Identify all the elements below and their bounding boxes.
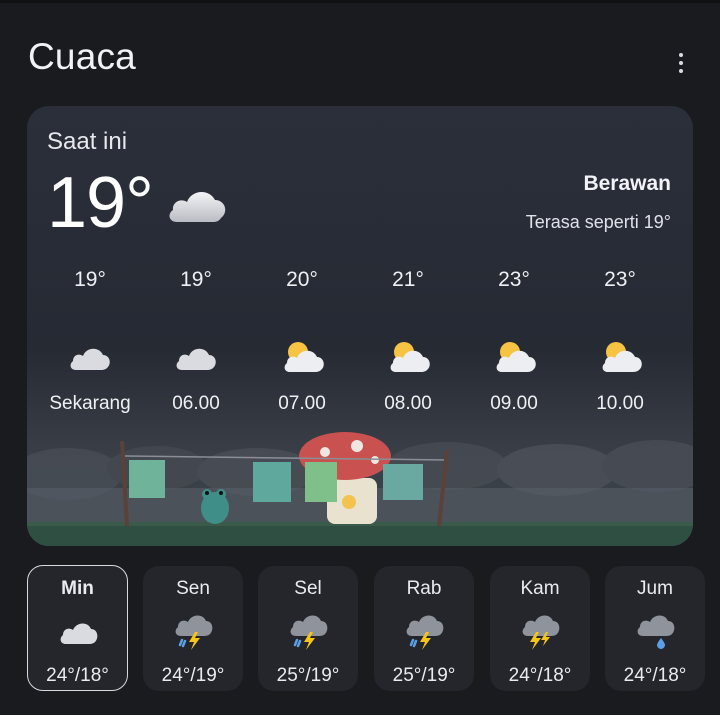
hourly-temp: 19°: [180, 268, 212, 291]
feels-like-text: Terasa seperti 19°: [525, 212, 671, 232]
current-temperature: 19°: [47, 163, 154, 243]
condition-text: Berawan: [583, 172, 671, 195]
hourly-item: 19° 06.00: [143, 266, 249, 415]
rain-icon: [637, 615, 675, 649]
cloud-icon: [176, 348, 216, 370]
day-tab-rab[interactable]: Rab 25°/19°: [374, 566, 474, 691]
thunderstorm-rain-icon: [406, 615, 444, 650]
day-name: Sel: [294, 578, 322, 599]
day-name: Rab: [406, 578, 442, 599]
hourly-temp: 21°: [392, 268, 424, 291]
frog-character: [201, 489, 229, 524]
day-tab-sel[interactable]: Sel 25°/19°: [258, 566, 358, 691]
status-bar-edge: [0, 0, 720, 3]
day-name: Sen: [176, 578, 210, 599]
cloud-icon: [169, 191, 226, 222]
current-label: Saat ini: [47, 128, 128, 155]
thunderstorm-rain-icon: [175, 615, 213, 650]
temp-range: 24°/18°: [623, 665, 687, 686]
temp-range: 25°/19°: [392, 665, 456, 686]
cloud-icon: [70, 348, 110, 370]
thunderstorm-icon: [522, 615, 560, 650]
weather-illustration: [27, 432, 693, 546]
hourly-time: 09.00: [490, 393, 538, 414]
day-tab-jum[interactable]: Jum 24°/18°: [605, 566, 705, 691]
app-title: Cuaca: [28, 36, 136, 77]
hourly-item: 23° 10.00: [567, 266, 673, 415]
day-name: Jum: [637, 578, 673, 599]
hourly-temp: 23°: [604, 268, 636, 291]
hourly-time: 06.00: [172, 393, 220, 414]
hourly-item: 19° Sekarang: [37, 266, 143, 415]
partly-sunny-icon: [390, 342, 430, 372]
partly-sunny-icon: [284, 342, 324, 372]
partly-sunny-icon: [602, 342, 642, 372]
temp-range: 24°/19°: [161, 665, 225, 686]
hourly-item: 21° 08.00: [355, 266, 461, 415]
hourly-item: 23° 09.00: [461, 266, 567, 415]
hourly-temp: 23°: [498, 268, 530, 291]
hourly-time: 10.00: [596, 393, 644, 414]
day-tab-sen[interactable]: Sen 24°/19°: [143, 566, 243, 691]
hourly-time: 08.00: [384, 393, 432, 414]
day-name: Min: [61, 578, 94, 599]
thunderstorm-rain-icon: [290, 615, 328, 650]
partly-sunny-icon: [496, 342, 536, 372]
temp-range: 25°/19°: [276, 665, 340, 686]
day-tab-min[interactable]: Min 24°/18°: [27, 565, 128, 691]
hourly-item: 20° 07.00: [249, 266, 355, 415]
hourly-temp: 19°: [74, 268, 106, 291]
hourly-forecast[interactable]: 19° Sekarang 19° 06.00 20° 07.00 21° 08.…: [37, 266, 677, 426]
temp-range: 24°/18°: [508, 665, 572, 686]
current-weather-card: Saat ini 19° Berawan Terasa seperti 19° …: [27, 106, 693, 546]
hourly-time: 07.00: [278, 393, 326, 414]
hourly-temp: 20°: [286, 268, 318, 291]
cloud-icon: [60, 623, 97, 644]
more-vert-icon[interactable]: [668, 50, 694, 76]
temp-range: 24°/18°: [46, 665, 109, 686]
hourly-time: Sekarang: [49, 393, 131, 414]
day-tab-kam[interactable]: Kam 24°/18°: [490, 566, 590, 691]
day-name: Kam: [520, 578, 560, 599]
